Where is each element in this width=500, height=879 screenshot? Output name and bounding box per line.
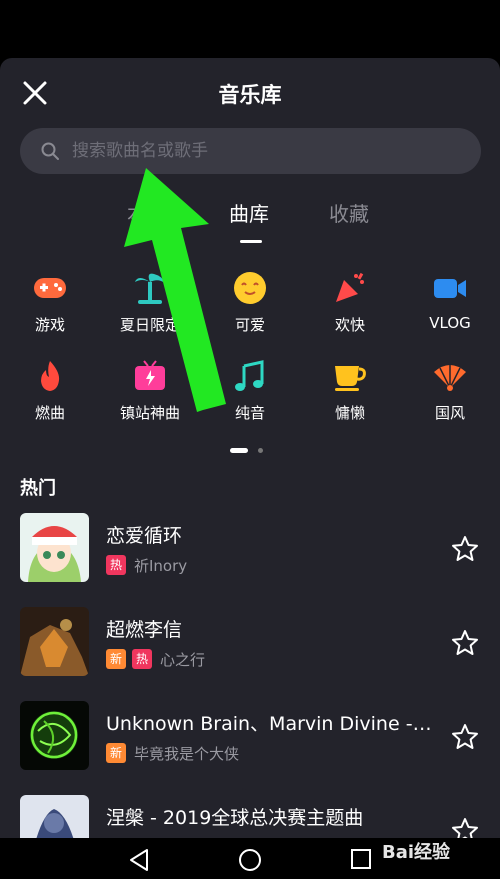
tab-bar: 本 曲库 收藏 [0,198,500,248]
list-item[interactable]: 超燃李信 新 热 心之行 [0,607,500,682]
search-input[interactable] [72,128,462,174]
list-item[interactable]: 恋爱循环 热 祈Inory [0,513,500,588]
song-title: 超燃李信 [106,619,183,641]
category-site-hits[interactable]: 镇站神曲 [100,358,200,423]
favorite-star-icon[interactable] [451,723,479,751]
artist-name: 祈Inory [134,556,188,575]
tab-favorites[interactable]: 收藏 [329,198,369,227]
home-icon[interactable] [238,848,262,872]
tab-library[interactable]: 曲库 [229,198,269,227]
page-title: 音乐库 [218,83,282,107]
album-cover [20,513,89,582]
album-cover [20,607,89,676]
baidu-jingyan-watermark: Bai经验 [382,842,451,863]
category-lazy[interactable]: 慵懒 [300,358,400,423]
active-tab-indicator [240,240,262,243]
category-instrumental[interactable]: 纯音 [200,358,300,423]
song-meta: 热 祈Inory [106,555,187,575]
song-title: Unknown Brain、Marvin Divine - ... [106,713,436,735]
new-badge: 新 [106,743,126,763]
tab-recommended[interactable]: 本 [127,198,147,227]
new-badge: 新 [106,649,126,669]
palm-tree-icon [135,273,165,304]
list-item[interactable]: Unknown Brain、Marvin Divine - ... 新 毕竟我是… [0,701,500,776]
category-vlog[interactable]: VLOG [400,270,500,332]
flame-icon [41,361,60,391]
back-icon[interactable] [127,848,151,872]
recents-icon[interactable] [350,848,372,870]
hot-badge: 热 [106,555,126,575]
fan-icon [434,364,466,391]
page-dot-active [230,448,248,453]
hot-section-title: 热门 [20,478,56,499]
hot-badge: 热 [132,649,152,669]
favorite-star-icon[interactable] [451,629,479,657]
tv-icon [135,360,165,390]
list-item[interactable]: 涅槃 - 2019全球总决赛主题曲 [0,795,500,838]
album-cover [20,701,89,770]
music-library-sheet: 音乐库 本 曲库 收藏 游戏 夏日限定 [0,58,500,838]
song-title: 恋爱循环 [106,525,183,547]
header: 音乐库 [0,58,500,126]
gamepad-icon [34,278,66,298]
video-camera-icon [434,279,466,298]
smiley-icon [234,272,266,304]
party-popper-icon [336,272,364,302]
status-area [0,0,500,58]
favorite-star-icon[interactable] [451,817,479,838]
search-icon [41,142,59,160]
category-cute[interactable]: 可爱 [200,270,300,335]
coffee-cup-icon [335,366,366,391]
song-title: 涅槃 - 2019全球总决赛主题曲 [106,807,364,829]
song-meta: 新 毕竟我是个大侠 [106,743,239,763]
category-summer[interactable]: 夏日限定 [100,270,200,335]
artist-name: 毕竟我是个大侠 [134,744,240,763]
favorite-star-icon[interactable] [451,535,479,563]
page-dot[interactable] [258,448,263,453]
category-game[interactable]: 游戏 [0,270,100,335]
music-note-icon [235,360,264,391]
category-hype[interactable]: 燃曲 [0,358,100,423]
search-bar[interactable] [20,128,481,174]
artist-name: 心之行 [160,650,206,669]
category-chinese-style[interactable]: 国风 [400,358,500,423]
song-meta: 新 热 心之行 [106,649,205,669]
album-cover [20,795,89,838]
category-happy[interactable]: 欢快 [300,270,400,335]
